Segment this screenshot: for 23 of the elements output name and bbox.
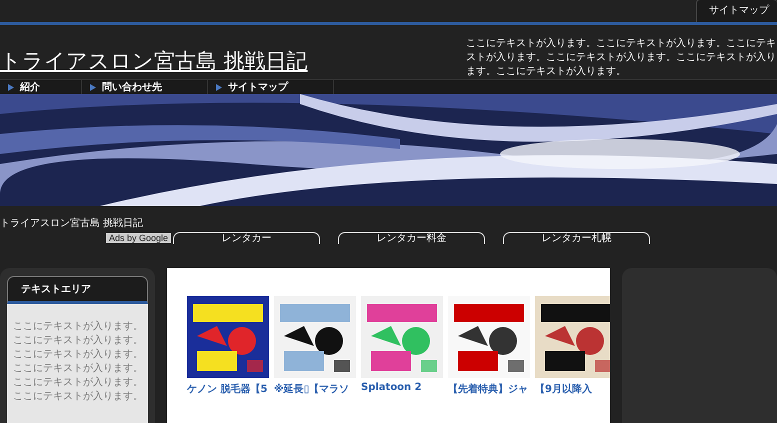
product-link[interactable]: ※延長▯【マラソ	[274, 382, 350, 396]
triangle-icon	[216, 84, 222, 90]
sitemap-link[interactable]: サイトマップ	[696, 0, 777, 22]
product-link[interactable]: Splatoon 2	[361, 382, 422, 393]
sidebar-text: ここにテキストが入ります。	[13, 376, 142, 390]
site-title[interactable]: トライアスロン宮古島 挑戦日記	[0, 47, 308, 79]
site-description: ここにテキストが入ります。ここにテキストが入ります。ここにテキストが入ります。ここにテキストが入ります。ここにテキストが入ります。ここにテキストが入ります。	[466, 37, 777, 79]
ad-link[interactable]: レンタカー札幌	[503, 232, 650, 244]
triangle-icon	[90, 84, 96, 90]
ad-link[interactable]: レンタカー料金	[338, 232, 486, 244]
sidebar-text: ここにテキストが入ります。	[13, 334, 142, 348]
breadcrumb: トライアスロン宮古島 挑戦日記	[0, 218, 144, 230]
ad-link[interactable]: レンタカー	[173, 232, 320, 244]
sidebar-text: ここにテキストが入ります。	[13, 348, 142, 362]
product-link[interactable]: 【9月以降入	[535, 382, 592, 396]
product-link[interactable]: 【先着特典】ジャ	[448, 382, 528, 396]
triangle-icon	[8, 84, 14, 90]
sidebar-text: ここにテキストが入ります。	[13, 390, 142, 404]
sidebar-title: テキストエリア	[7, 276, 148, 304]
sidebar-text: ここにテキストが入ります。	[13, 320, 142, 334]
sidebar-text: ここにテキストが入ります。	[13, 362, 142, 376]
product-link[interactable]: ケノン 脱毛器【5	[187, 382, 268, 396]
ads-badge[interactable]: Ads by Google	[106, 233, 172, 243]
